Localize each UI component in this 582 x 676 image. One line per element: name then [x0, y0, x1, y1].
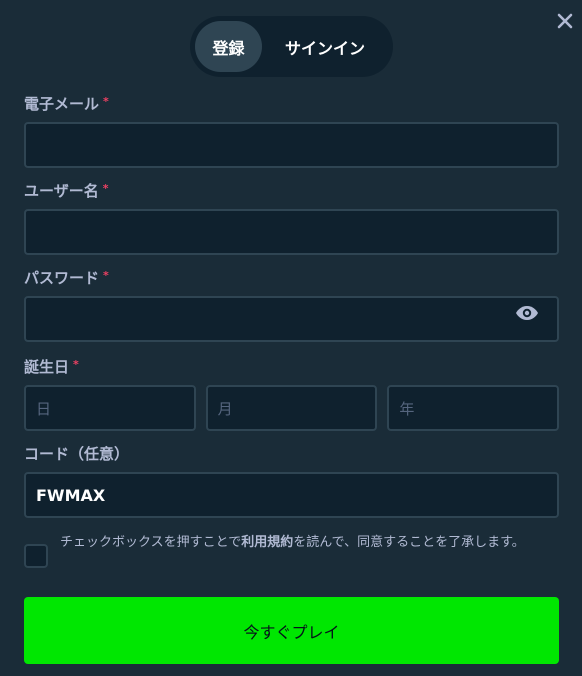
username-label-text: ユーザー名 — [24, 182, 99, 200]
register-modal: 登録 サインイン 電子メール * ユーザー名 * パスワード * 誕生日 * 日… — [0, 0, 582, 676]
password-field[interactable] — [24, 296, 559, 342]
required-marker: * — [103, 269, 109, 282]
required-marker: * — [102, 182, 109, 195]
username-group: ユーザー名 * — [24, 181, 559, 255]
terms-suffix: を読んで、同意することを了承します。 — [293, 535, 525, 550]
dob-label: 誕生日 * — [24, 357, 559, 377]
auth-tabs: 登録 サインイン — [190, 16, 393, 77]
code-field[interactable]: FWMAX — [24, 472, 559, 518]
email-field[interactable] — [24, 122, 559, 168]
terms-prefix: チェックボックスを押すことで — [60, 535, 242, 550]
dob-month-placeholder: 月 — [217, 399, 233, 418]
required-marker: * — [103, 95, 109, 108]
close-icon[interactable] — [556, 12, 574, 30]
dob-year-field[interactable]: 年 — [387, 385, 560, 431]
dob-month-field[interactable]: 月 — [205, 385, 378, 431]
password-group: パスワード * — [24, 268, 559, 342]
dob-year-placeholder: 年 — [399, 399, 415, 418]
email-label: 電子メール * — [24, 94, 559, 114]
play-now-button[interactable]: 今すぐプレイ — [24, 597, 559, 664]
password-label-text: パスワード — [24, 269, 100, 287]
dob-group: 誕生日 * 日 月 年 — [24, 357, 560, 431]
terms-link[interactable]: 利用規約 — [241, 535, 293, 550]
tab-signin[interactable]: サインイン — [262, 21, 388, 72]
code-label: コード（任意） — [24, 445, 130, 463]
email-group: 電子メール * — [24, 94, 559, 168]
password-label: パスワード * — [24, 268, 559, 288]
username-label: ユーザー名 * — [24, 181, 559, 201]
terms-checkbox[interactable] — [24, 544, 48, 568]
code-group: コード（任意） FWMAX — [24, 444, 559, 518]
required-marker: * — [73, 358, 79, 371]
username-field[interactable] — [24, 209, 559, 255]
terms-text: チェックボックスを押すことで利用規約を読んで、同意することを了承します。 — [60, 532, 555, 554]
dob-inputs: 日 月 年 — [24, 385, 560, 431]
dob-day-placeholder: 日 — [36, 399, 52, 418]
eye-icon[interactable] — [515, 304, 539, 322]
code-value: FWMAX — [36, 485, 106, 505]
dob-label-text: 誕生日 — [24, 358, 70, 376]
terms-agreement: チェックボックスを押すことで利用規約を読んで、同意することを了承します。 — [24, 532, 559, 568]
email-label-text: 電子メール — [24, 95, 100, 113]
tab-register[interactable]: 登録 — [195, 21, 262, 72]
dob-day-field[interactable]: 日 — [24, 385, 196, 431]
